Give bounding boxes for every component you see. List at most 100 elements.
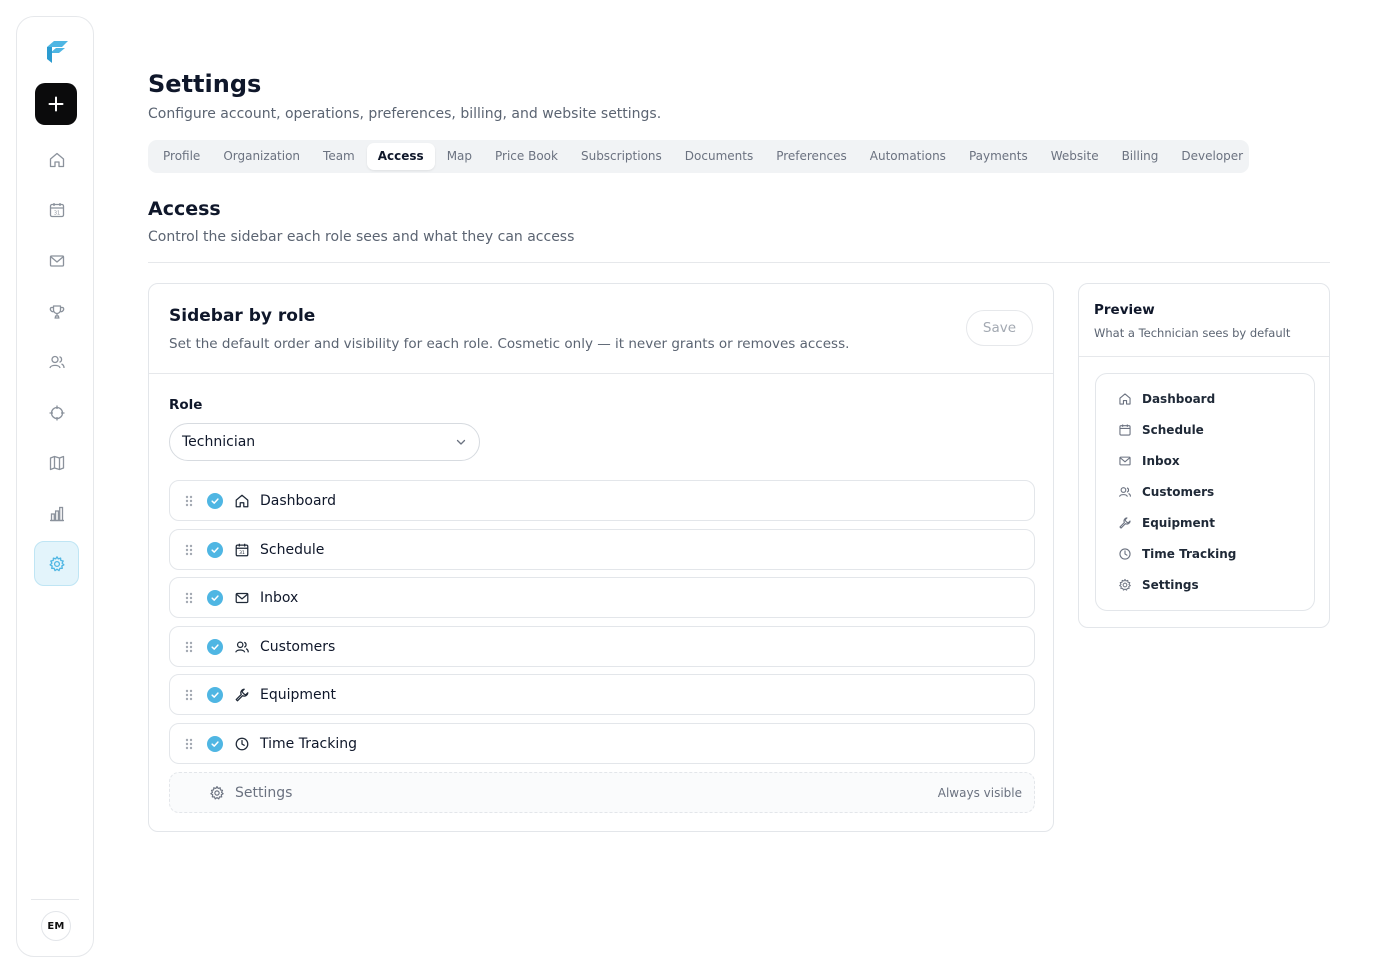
check-icon [211,740,219,747]
drag-handle-icon[interactable] [184,640,194,654]
preview-item-label: Customers [1142,485,1215,499]
bar-chart-icon [49,506,64,521]
preview-item-label: Settings [1142,578,1199,592]
sidebar-item-dashboard[interactable]: Dashboard [169,480,1035,521]
tab-preferences[interactable]: Preferences [765,143,858,170]
settings-tabs: Profile Organization Team Access Map Pri… [148,140,1249,173]
calendar-icon: 31 [234,542,250,558]
home-icon [234,493,250,509]
preview-item-schedule: Schedule [1118,421,1204,439]
visibility-checkbox[interactable] [207,492,223,509]
mail-icon [234,590,250,606]
wrench-icon [234,687,250,703]
tab-team[interactable]: Team [312,143,366,170]
check-icon [211,546,219,553]
map-icon [49,455,64,470]
preview-item-settings: Settings [1118,576,1199,594]
preview-title: Preview [1094,302,1155,318]
home-icon [49,152,64,167]
role-label: Role [169,397,203,413]
tab-organization[interactable]: Organization [212,143,311,170]
page-subtitle: Configure account, operations, preferenc… [148,106,662,122]
visibility-checkbox[interactable] [207,589,223,606]
avatar[interactable]: EM [41,911,71,941]
nav-reports[interactable] [34,491,79,536]
app-rail: 31 EM [16,16,94,957]
drag-handle-icon[interactable] [184,688,194,702]
tab-payments[interactable]: Payments [958,143,1039,170]
role-select-value: Technician [182,434,256,450]
visibility-checkbox[interactable] [207,638,223,655]
visibility-checkbox[interactable] [207,686,223,703]
sidebar-item-inbox[interactable]: Inbox [169,577,1035,618]
check-icon [211,594,219,601]
preview-item-customers: Customers [1118,483,1214,501]
tab-automations[interactable]: Automations [859,143,957,170]
preview-item-equipment: Equipment [1118,514,1215,532]
sidebar-item-label: Customers [260,638,336,655]
card-title: Sidebar by role [169,306,316,326]
mail-icon [49,254,64,267]
sidebar-item-schedule[interactable]: 31 Schedule [169,529,1035,570]
card-description: Set the default order and visibility for… [169,336,850,352]
nav-inbox[interactable] [34,238,79,283]
drag-handle-icon[interactable] [184,543,194,557]
role-select[interactable]: Technician [169,423,480,461]
crosshair-icon [49,405,64,420]
check-icon [211,497,219,504]
tab-map[interactable]: Map [436,143,483,170]
plus-icon [48,96,64,112]
sidebar-item-label: Settings [235,784,293,801]
svg-text:31: 31 [53,210,59,216]
tab-developer[interactable]: Developer [1170,143,1254,170]
preview-sidebar: Dashboard Schedule Inbox Customers Equip… [1095,373,1315,611]
nav-achievements[interactable] [34,289,79,334]
card-header: Sidebar by role Set the default order an… [149,284,1053,374]
nav-map[interactable] [34,440,79,485]
preview-item-time-tracking: Time Tracking [1118,545,1236,563]
tab-price-book[interactable]: Price Book [484,143,569,170]
new-button[interactable] [35,83,77,125]
page-title: Settings [148,70,262,98]
nav-home[interactable] [34,137,79,182]
calendar-icon: 31 [49,202,64,217]
preview-item-dashboard: Dashboard [1118,390,1215,408]
tab-documents[interactable]: Documents [674,143,764,170]
tab-access[interactable]: Access [366,143,435,170]
calendar-icon [1118,423,1132,437]
tab-profile[interactable]: Profile [152,143,211,170]
nav-dispatch[interactable] [34,390,79,435]
tab-billing[interactable]: Billing [1111,143,1170,170]
sidebar-by-role-card: Sidebar by role Set the default order an… [148,283,1054,832]
sidebar-item-label: Equipment [260,686,336,703]
sidebar-item-label: Time Tracking [260,735,357,752]
nav-settings[interactable] [34,541,79,586]
check-icon [211,691,219,698]
drag-handle-icon[interactable] [184,494,194,508]
mail-icon [1118,454,1132,468]
visibility-checkbox[interactable] [207,541,223,558]
sidebar-item-settings-locked: Settings Always visible [169,772,1035,813]
tab-subscriptions[interactable]: Subscriptions [570,143,673,170]
preview-item-label: Time Tracking [1142,547,1237,561]
sidebar-item-label: Schedule [260,541,325,558]
tab-website[interactable]: Website [1040,143,1110,170]
rail-divider [31,899,79,900]
visibility-checkbox[interactable] [207,735,223,752]
save-button[interactable]: Save [966,310,1033,346]
always-visible-note: Always visible [937,785,1022,800]
svg-text:31: 31 [239,549,245,555]
drag-handle-icon[interactable] [184,737,194,751]
clock-icon [234,736,250,752]
section-divider [148,262,1330,263]
nav-schedule[interactable]: 31 [34,187,79,232]
wrench-icon [1118,516,1132,530]
users-icon [48,355,65,368]
nav-customers[interactable] [34,339,79,384]
sidebar-item-equipment[interactable]: Equipment [169,674,1035,715]
drag-handle-icon[interactable] [184,591,194,605]
sidebar-item-customers[interactable]: Customers [169,626,1035,667]
logo-icon[interactable] [41,37,71,67]
sidebar-item-time-tracking[interactable]: Time Tracking [169,723,1035,764]
check-icon [211,643,219,650]
